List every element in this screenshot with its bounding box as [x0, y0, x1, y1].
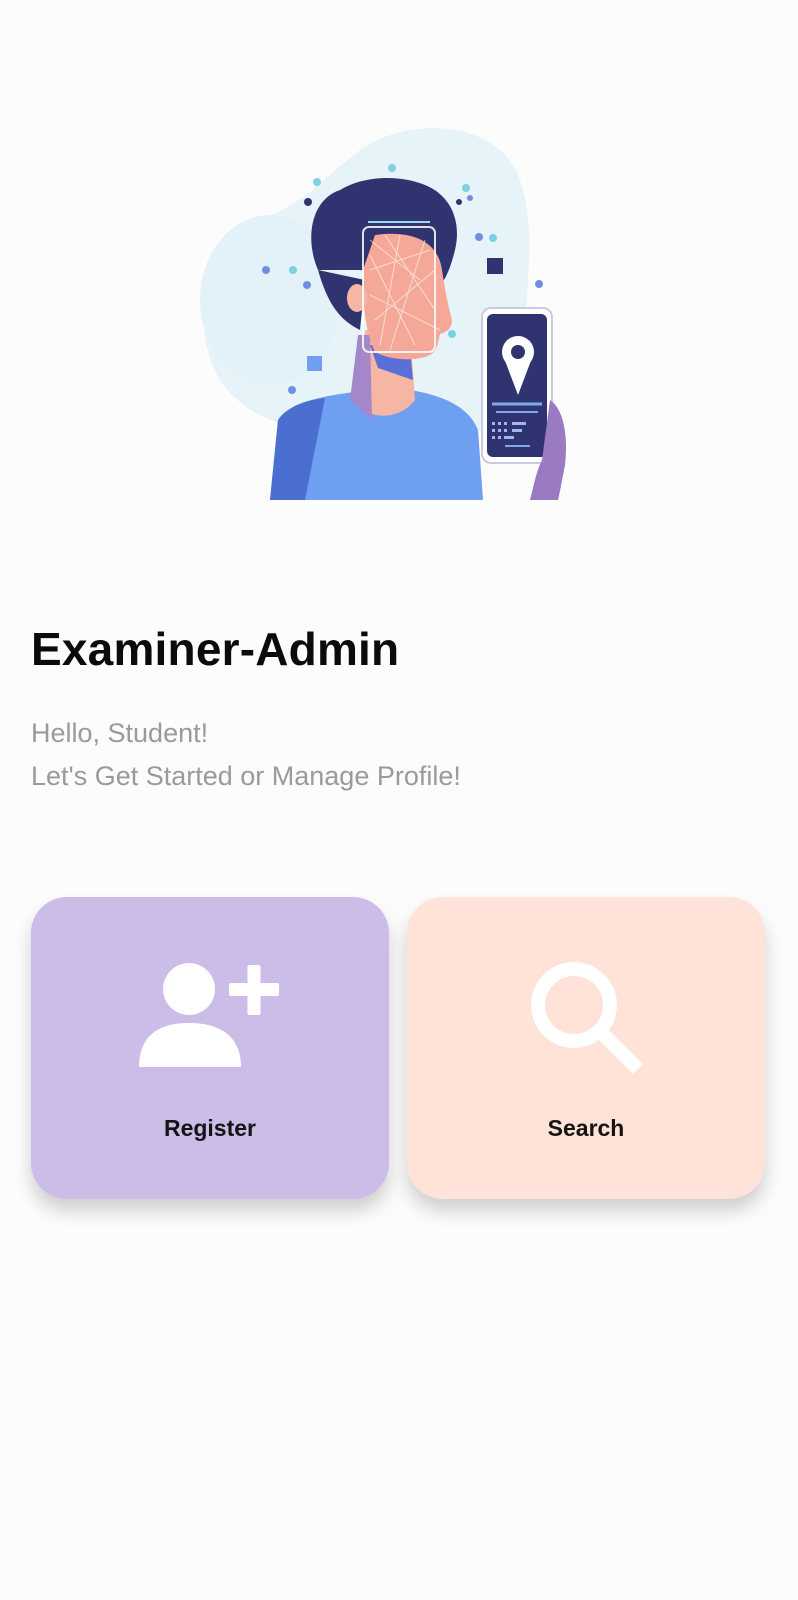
search-icon — [526, 957, 646, 1082]
greeting-text: Hello, Student! Let's Get Started or Man… — [31, 712, 461, 798]
illustration-svg — [200, 128, 567, 500]
add-user-icon — [137, 957, 283, 1072]
prompt-line: Let's Get Started or Manage Profile! — [31, 761, 461, 791]
page-title: Examiner-Admin — [31, 623, 400, 675]
register-label: Register — [163, 1115, 257, 1141]
home-screen: Examiner-Admin Hello, Student! Let's Get… — [0, 0, 798, 1600]
greeting-line: Hello, Student! — [31, 718, 209, 748]
search-label: Search — [547, 1115, 625, 1141]
search-button[interactable]: Search — [407, 897, 765, 1199]
face-recognition-illustration — [200, 120, 600, 500]
register-button[interactable]: Register — [31, 897, 389, 1199]
